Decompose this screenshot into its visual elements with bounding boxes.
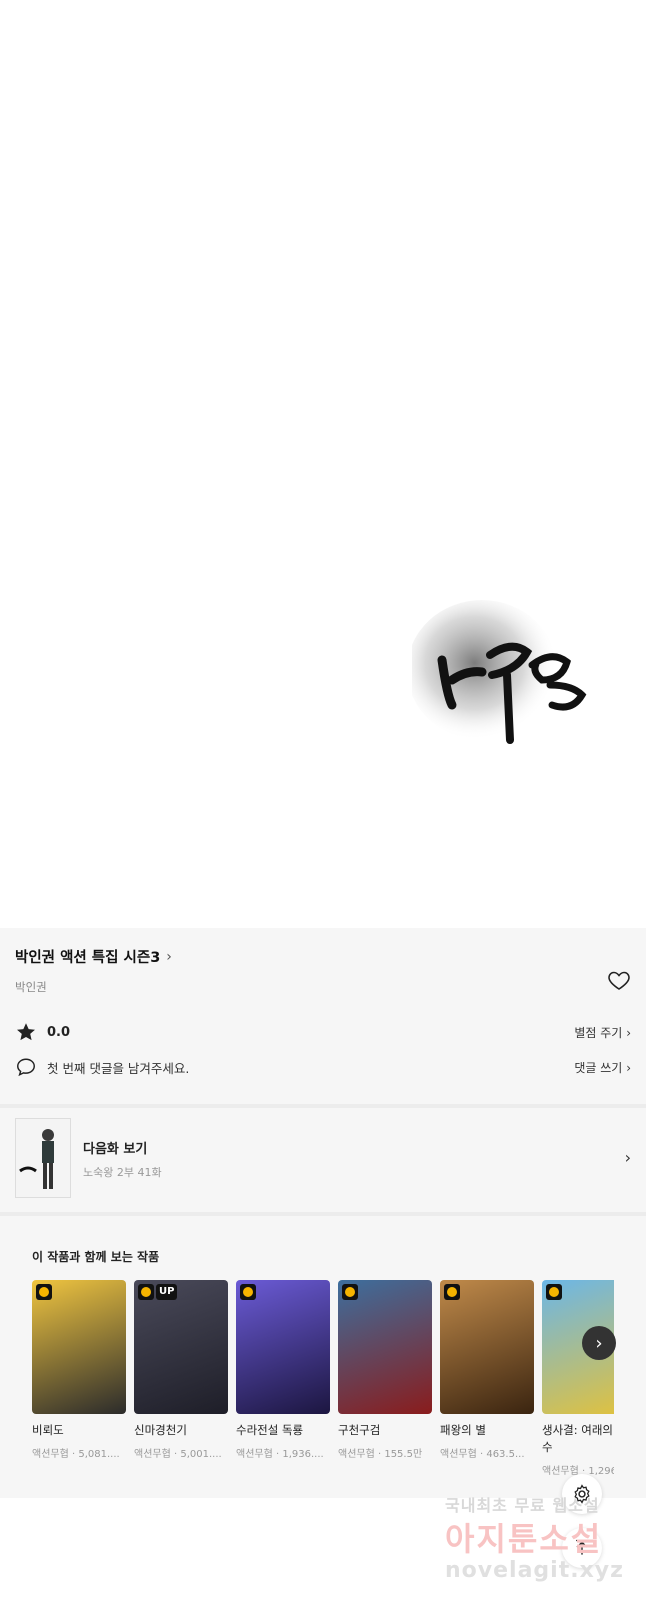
rating-value: 0.0	[47, 1024, 71, 1040]
recommendation-meta: 액션무협 · 1,936....	[236, 1449, 324, 1460]
clock-badge-icon	[138, 1284, 154, 1300]
recommendation-card[interactable]: UP 신마경천기액션무협 · 5,001....	[134, 1280, 228, 1460]
recommendation-card[interactable]: 구천구검액션무협 · 155.5만	[338, 1280, 432, 1460]
recommendation-card[interactable]: 생사결: 여래의 복수액션무협 · 1,296	[542, 1280, 614, 1477]
recommendation-card[interactable]: 비뢰도액션무협 · 5,081....	[32, 1280, 126, 1460]
recommendation-title: 패왕의 별	[440, 1423, 486, 1437]
clock-badge-icon	[546, 1284, 562, 1300]
recommendations-heading: 이 작품과 함께 보는 작품	[32, 1250, 160, 1264]
write-comment-label: 댓글 쓰기	[574, 1060, 623, 1075]
clock-badge-icon	[240, 1284, 256, 1300]
divider	[0, 1104, 646, 1108]
recommendation-title: 구천구검	[338, 1423, 381, 1437]
heart-icon[interactable]	[607, 968, 631, 992]
recommendation-cover: UP	[134, 1280, 228, 1414]
next-episode-subtitle: 노숙왕 2부 41화	[83, 1166, 162, 1179]
recommendation-cover	[236, 1280, 330, 1414]
clock-badge-icon	[444, 1284, 460, 1300]
clock-badge-icon	[342, 1284, 358, 1300]
next-episode-thumbnail	[15, 1118, 71, 1198]
recommendation-title: 신마경천기	[134, 1423, 187, 1437]
recommendation-meta: 액션무협 · 463.5...	[440, 1449, 525, 1460]
next-episode-link[interactable]: 다음화 보기 노숙왕 2부 41화 ›	[15, 1118, 631, 1198]
recommendation-title: 수라전설 독룡	[236, 1423, 304, 1437]
watermark-line1: 국내최초 무료 웹소설	[445, 1496, 600, 1515]
watermark-url: novelagit.xyz	[445, 1558, 624, 1583]
comment-prompt: 첫 번째 댓글을 남겨주세요.	[47, 1060, 190, 1076]
next-episode-title: 다음화 보기	[83, 1142, 148, 1157]
recommendation-title: 비뢰도	[32, 1423, 64, 1437]
chevron-right-icon: ›	[626, 1025, 631, 1040]
work-author: 박인권	[15, 980, 47, 994]
divider	[0, 1212, 646, 1216]
comment-row: 첫 번째 댓글을 남겨주세요. 댓글 쓰기 ›	[15, 1055, 631, 1079]
rate-button[interactable]: 별점 주기 ›	[574, 1024, 631, 1041]
recommendation-card[interactable]: 수라전설 독룡액션무협 · 1,936....	[236, 1280, 330, 1460]
recommendations-carousel: 비뢰도액션무협 · 5,081.... UP 신마경천기액션무협 · 5,001..…	[32, 1280, 614, 1480]
title-calligraphy-art	[412, 600, 587, 744]
chevron-right-icon: ›	[595, 1332, 603, 1354]
speech-bubble-icon	[17, 1058, 35, 1077]
watermark-logo: 아지툰소설	[445, 1520, 603, 1558]
recommendation-cover	[440, 1280, 534, 1414]
clock-badge-icon	[36, 1284, 52, 1300]
work-header: 박인권 액션 특집 시즌3 › 박인권	[15, 946, 631, 1006]
rating-row: 0.0 별점 주기 ›	[15, 1020, 631, 1044]
chevron-right-icon: ›	[624, 1148, 631, 1167]
recommendation-title: 생사결: 여래의 복수	[542, 1423, 614, 1454]
star-icon	[17, 1023, 35, 1041]
up-badge: UP	[156, 1284, 178, 1300]
recommendation-meta: 액션무협 · 5,081....	[32, 1449, 120, 1460]
work-title: 박인권 액션 특집 시즌3	[15, 950, 161, 966]
work-title-link[interactable]: 박인권 액션 특집 시즌3 ›	[15, 946, 631, 967]
rate-button-label: 별점 주기	[574, 1025, 623, 1040]
recommendation-meta: 액션무협 · 5,001....	[134, 1449, 222, 1460]
write-comment-button[interactable]: 댓글 쓰기 ›	[574, 1059, 631, 1076]
episode-info-panel: 박인권 액션 특집 시즌3 › 박인권 0.0 별점 주기 › 첫 번째 댓글을…	[0, 928, 646, 1498]
recommendation-card[interactable]: 패왕의 별액션무협 · 463.5...	[440, 1280, 534, 1460]
recommendation-cover	[338, 1280, 432, 1414]
episode-viewer	[0, 0, 646, 928]
recommendation-meta: 액션무협 · 155.5만	[338, 1449, 423, 1460]
carousel-next-button[interactable]: ›	[582, 1326, 616, 1360]
recommendation-cover	[32, 1280, 126, 1414]
chevron-right-icon: ›	[626, 1060, 631, 1075]
chevron-right-icon: ›	[166, 948, 172, 965]
